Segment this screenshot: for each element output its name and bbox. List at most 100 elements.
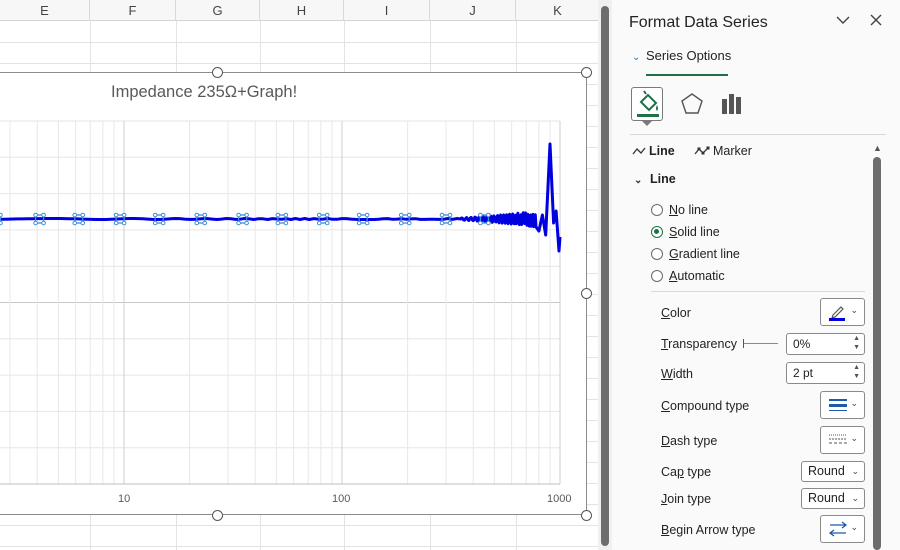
- column-header-i[interactable]: I: [344, 0, 430, 21]
- chart-resize-handle-bottom[interactable]: [212, 510, 223, 521]
- x-tick-label: 100: [332, 493, 351, 505]
- series-line: [0, 142, 562, 253]
- spin-up-icon[interactable]: ▲: [853, 335, 860, 342]
- series-options-category-button[interactable]: [716, 87, 748, 121]
- pentagon-icon: [681, 93, 703, 114]
- radio-label: olid line: [677, 225, 720, 239]
- transparency-value: 0%: [793, 337, 811, 351]
- column-header-h[interactable]: H: [260, 0, 344, 21]
- bar-chart-icon: [722, 94, 741, 114]
- column-header-k[interactable]: K: [516, 0, 598, 21]
- chart-resize-handle-top[interactable]: [212, 67, 223, 78]
- tab-series-options[interactable]: ⌄ Series Options: [632, 48, 731, 76]
- join-type-label: Join type: [661, 492, 712, 506]
- radio-automatic[interactable]: Automatic: [651, 269, 725, 283]
- scroll-up-icon[interactable]: ▲: [873, 143, 882, 153]
- cell-gridline: [0, 63, 598, 64]
- tab-label: Series Options: [646, 48, 732, 63]
- column-header-f[interactable]: F: [90, 0, 176, 21]
- marker-line-icon: [694, 146, 710, 155]
- column-header-g[interactable]: G: [176, 0, 260, 21]
- transparency-slider-track[interactable]: [744, 343, 778, 344]
- color-swatch: [829, 318, 845, 321]
- compound-lines-icon: [829, 399, 847, 411]
- subtab-marker-label: Marker: [713, 144, 752, 158]
- chevron-down-icon: ⌄: [850, 433, 858, 443]
- column-header-j[interactable]: J: [430, 0, 516, 21]
- dash-type-button[interactable]: ⌄: [820, 426, 865, 454]
- column-headers: E F G H I J K: [0, 0, 598, 21]
- join-type-value: Round: [808, 491, 845, 505]
- divider: [651, 291, 865, 292]
- pen-color-icon: [829, 306, 845, 321]
- chart-resize-handle-bottom-right[interactable]: [581, 510, 592, 521]
- divider: [630, 134, 886, 135]
- spin-up-icon[interactable]: ▲: [853, 364, 860, 371]
- effects-category-button[interactable]: [676, 87, 708, 121]
- chevron-down-icon: ⌄: [850, 305, 858, 315]
- chevron-down-icon: ⌄: [851, 466, 859, 476]
- radio-label-accel: G: [669, 247, 679, 261]
- compound-type-label: Compound type: [661, 399, 750, 413]
- transparency-slider-thumb[interactable]: [743, 339, 744, 348]
- worksheet[interactable]: E F G H I J K Impedance 235Ω+Graph! 10 1…: [0, 0, 598, 550]
- join-type-select[interactable]: Round ⌄: [801, 488, 865, 509]
- subtab-marker[interactable]: Marker: [694, 144, 752, 158]
- subtab-line-label: Line: [649, 144, 675, 158]
- cell-gridline: [0, 525, 598, 526]
- radio-button[interactable]: [651, 248, 663, 260]
- chart-resize-handle-top-right[interactable]: [581, 67, 592, 78]
- dash-type-label: Dash type: [661, 434, 718, 448]
- cap-type-value: Round: [808, 464, 845, 478]
- chart-plot[interactable]: [0, 73, 588, 516]
- chevron-down-icon: ⌄: [634, 175, 643, 186]
- chevron-down-icon: ⌄: [851, 493, 859, 503]
- radio-label: utomatic: [677, 269, 725, 283]
- chevron-down-icon: ⌄: [850, 522, 858, 532]
- radio-button[interactable]: [651, 270, 663, 282]
- width-input[interactable]: 2 pt ▲ ▼: [786, 362, 865, 384]
- color-picker-button[interactable]: ⌄: [820, 298, 865, 326]
- fill-line-category-button[interactable]: [631, 87, 663, 121]
- chart-area[interactable]: Impedance 235Ω+Graph! 10 100 1000: [0, 72, 587, 515]
- radio-no-line[interactable]: No line: [651, 203, 708, 217]
- chart-title[interactable]: Impedance 235Ω+Graph!: [111, 83, 311, 102]
- cap-type-select[interactable]: Round ⌄: [801, 461, 865, 482]
- cell-gridline: [0, 546, 598, 547]
- spin-down-icon[interactable]: ▼: [853, 344, 860, 351]
- radio-label-accel: N: [669, 203, 679, 217]
- pane-scrollbar-thumb[interactable]: [873, 157, 881, 550]
- x-tick-label: 10: [118, 493, 131, 505]
- spin-down-icon[interactable]: ▼: [853, 373, 860, 380]
- chevron-down-icon: ⌄: [632, 52, 641, 63]
- subtab-line[interactable]: Line: [632, 144, 675, 158]
- compound-type-button[interactable]: ⌄: [820, 391, 865, 419]
- radio-gradient-line[interactable]: Gradient line: [651, 247, 740, 261]
- section-line-header[interactable]: ⌄ Line: [634, 172, 676, 186]
- radio-label: radient line: [678, 247, 740, 261]
- scrollbar-thumb[interactable]: [601, 6, 609, 546]
- pane-title: Format Data Series: [629, 14, 768, 31]
- color-label: Color: [661, 306, 691, 320]
- paint-bucket-icon: [637, 90, 659, 117]
- sheet-scrollbar[interactable]: [598, 0, 612, 550]
- chart-resize-handle-right[interactable]: [581, 288, 592, 299]
- transparency-label: Transparency: [661, 337, 737, 351]
- dash-lines-icon: [829, 434, 847, 444]
- format-data-series-pane: Format Data Series ⌄ Series Options Line…: [612, 0, 900, 550]
- cell-gridline: [0, 42, 598, 43]
- line-icon: [632, 147, 646, 155]
- begin-arrow-type-button[interactable]: ⌄: [820, 515, 865, 543]
- radio-button-checked[interactable]: [651, 226, 663, 238]
- pane-scrollbar[interactable]: ▲: [872, 143, 882, 550]
- column-header-e[interactable]: E: [0, 0, 90, 21]
- pane-options-chevron-icon[interactable]: [836, 13, 850, 31]
- radio-solid-line[interactable]: Solid line: [651, 225, 720, 239]
- width-value: 2 pt: [793, 366, 814, 380]
- width-label: Width: [661, 367, 693, 381]
- radio-button[interactable]: [651, 204, 663, 216]
- active-tab-underline: [646, 74, 728, 76]
- radio-label: o line: [678, 203, 708, 217]
- transparency-input[interactable]: 0% ▲ ▼: [786, 333, 865, 355]
- close-icon[interactable]: [869, 13, 883, 31]
